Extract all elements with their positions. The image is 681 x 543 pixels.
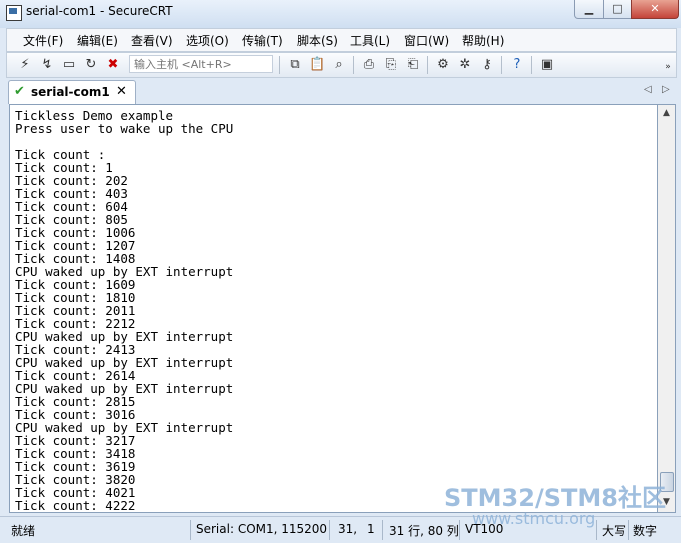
menu-bar: 文件(F) 编辑(E) 查看(V) 选项(O) 传输(T) 脚本(S) 工具(L… xyxy=(6,28,677,52)
tab-bar: ✔ serial-com1 ✕ ◁ ▷ xyxy=(6,79,675,104)
status-divider xyxy=(190,520,191,540)
maximize-button[interactable]: □ xyxy=(603,0,632,19)
connect-tab-icon[interactable]: ▭ xyxy=(61,57,77,73)
reconnect-icon[interactable]: ↻ xyxy=(83,57,99,73)
toolbar-overflow-icon[interactable]: » xyxy=(663,59,673,75)
terminal-line: Press user to wake up the CPU xyxy=(15,121,234,136)
menu-edit[interactable]: 编辑(E) xyxy=(77,32,118,49)
status-connection: Serial: COM1, 115200 xyxy=(196,522,328,536)
window-title: serial-com1 - SecureCRT xyxy=(26,4,173,18)
print-icon[interactable]: ⎙ xyxy=(361,57,377,73)
watermark-title: STM32/STM8社区 xyxy=(444,484,666,512)
close-button[interactable]: ✕ xyxy=(631,0,679,19)
menu-transfer[interactable]: 传输(T) xyxy=(242,32,283,49)
status-divider xyxy=(382,520,383,540)
status-divider xyxy=(329,520,330,540)
status-row: 31, xyxy=(338,522,358,536)
menu-script[interactable]: 脚本(S) xyxy=(297,32,338,49)
keymap-icon[interactable]: ⚷ xyxy=(479,57,495,73)
toolbar-separator xyxy=(427,56,428,74)
minimize-button[interactable]: ▁ xyxy=(574,0,604,19)
toolbar-separator xyxy=(501,56,502,74)
tab-close-icon[interactable]: ✕ xyxy=(116,84,127,99)
status-ready: 就绪 xyxy=(11,524,36,538)
menu-options[interactable]: 选项(O) xyxy=(186,32,229,49)
global-options-icon[interactable]: ✲ xyxy=(457,57,473,73)
connect-icon[interactable]: ⚡ xyxy=(17,57,33,73)
menu-view[interactable]: 查看(V) xyxy=(131,32,173,49)
status-col: 1 xyxy=(367,522,375,536)
scroll-up-icon[interactable]: ▲ xyxy=(658,105,675,122)
quick-connect-icon[interactable]: ↯ xyxy=(39,57,55,73)
menu-window[interactable]: 窗口(W) xyxy=(404,32,449,49)
toolbar-separator xyxy=(353,56,354,74)
menu-file[interactable]: 文件(F) xyxy=(23,32,63,49)
menu-tools[interactable]: 工具(L) xyxy=(350,32,390,49)
session-options-icon[interactable]: ⚙ xyxy=(435,57,451,73)
tab-scroll-right-icon[interactable]: ▷ xyxy=(662,84,670,95)
copy-icon[interactable]: ⧉ xyxy=(287,57,303,73)
app-icon xyxy=(6,5,22,21)
print-setup-icon[interactable]: ⎗ xyxy=(405,57,421,73)
toolbar-separator xyxy=(531,56,532,74)
tab-scroll-left-icon[interactable]: ◁ xyxy=(644,84,652,95)
print-selection-icon[interactable]: ⎘ xyxy=(383,57,399,73)
tab-serial-com1[interactable]: ✔ serial-com1 ✕ xyxy=(8,80,136,104)
find-icon[interactable]: ⌕ xyxy=(331,57,347,73)
watermark: STM32/STM8社区 www.stmcu.org xyxy=(444,478,666,528)
tab-label: serial-com1 xyxy=(31,85,110,99)
terminal-scrollbar[interactable]: ▲ ▼ xyxy=(657,104,676,513)
title-bar: serial-com1 - SecureCRT ▁ □ ✕ xyxy=(0,0,681,28)
connected-check-icon: ✔ xyxy=(14,84,25,99)
menu-help[interactable]: 帮助(H) xyxy=(462,32,504,49)
toolbar-separator xyxy=(279,56,280,74)
securecrt-window: serial-com1 - SecureCRT ▁ □ ✕ 文件(F) 编辑(E… xyxy=(0,0,681,543)
help-icon[interactable]: ? xyxy=(509,57,525,73)
terminal-output[interactable]: Tickless Demo example Press user to wake … xyxy=(9,104,658,513)
screenshot-icon[interactable]: ▣ xyxy=(539,57,555,73)
paste-icon[interactable]: 📋 xyxy=(309,57,325,73)
disconnect-icon[interactable]: ✖ xyxy=(105,57,121,73)
toolbar: ⚡ ↯ ▭ ↻ ✖ ⧉ 📋 ⌕ ⎙ ⎘ ⎗ ⚙ ✲ ⚷ ? ▣ » xyxy=(6,52,677,78)
host-input[interactable] xyxy=(129,55,273,73)
